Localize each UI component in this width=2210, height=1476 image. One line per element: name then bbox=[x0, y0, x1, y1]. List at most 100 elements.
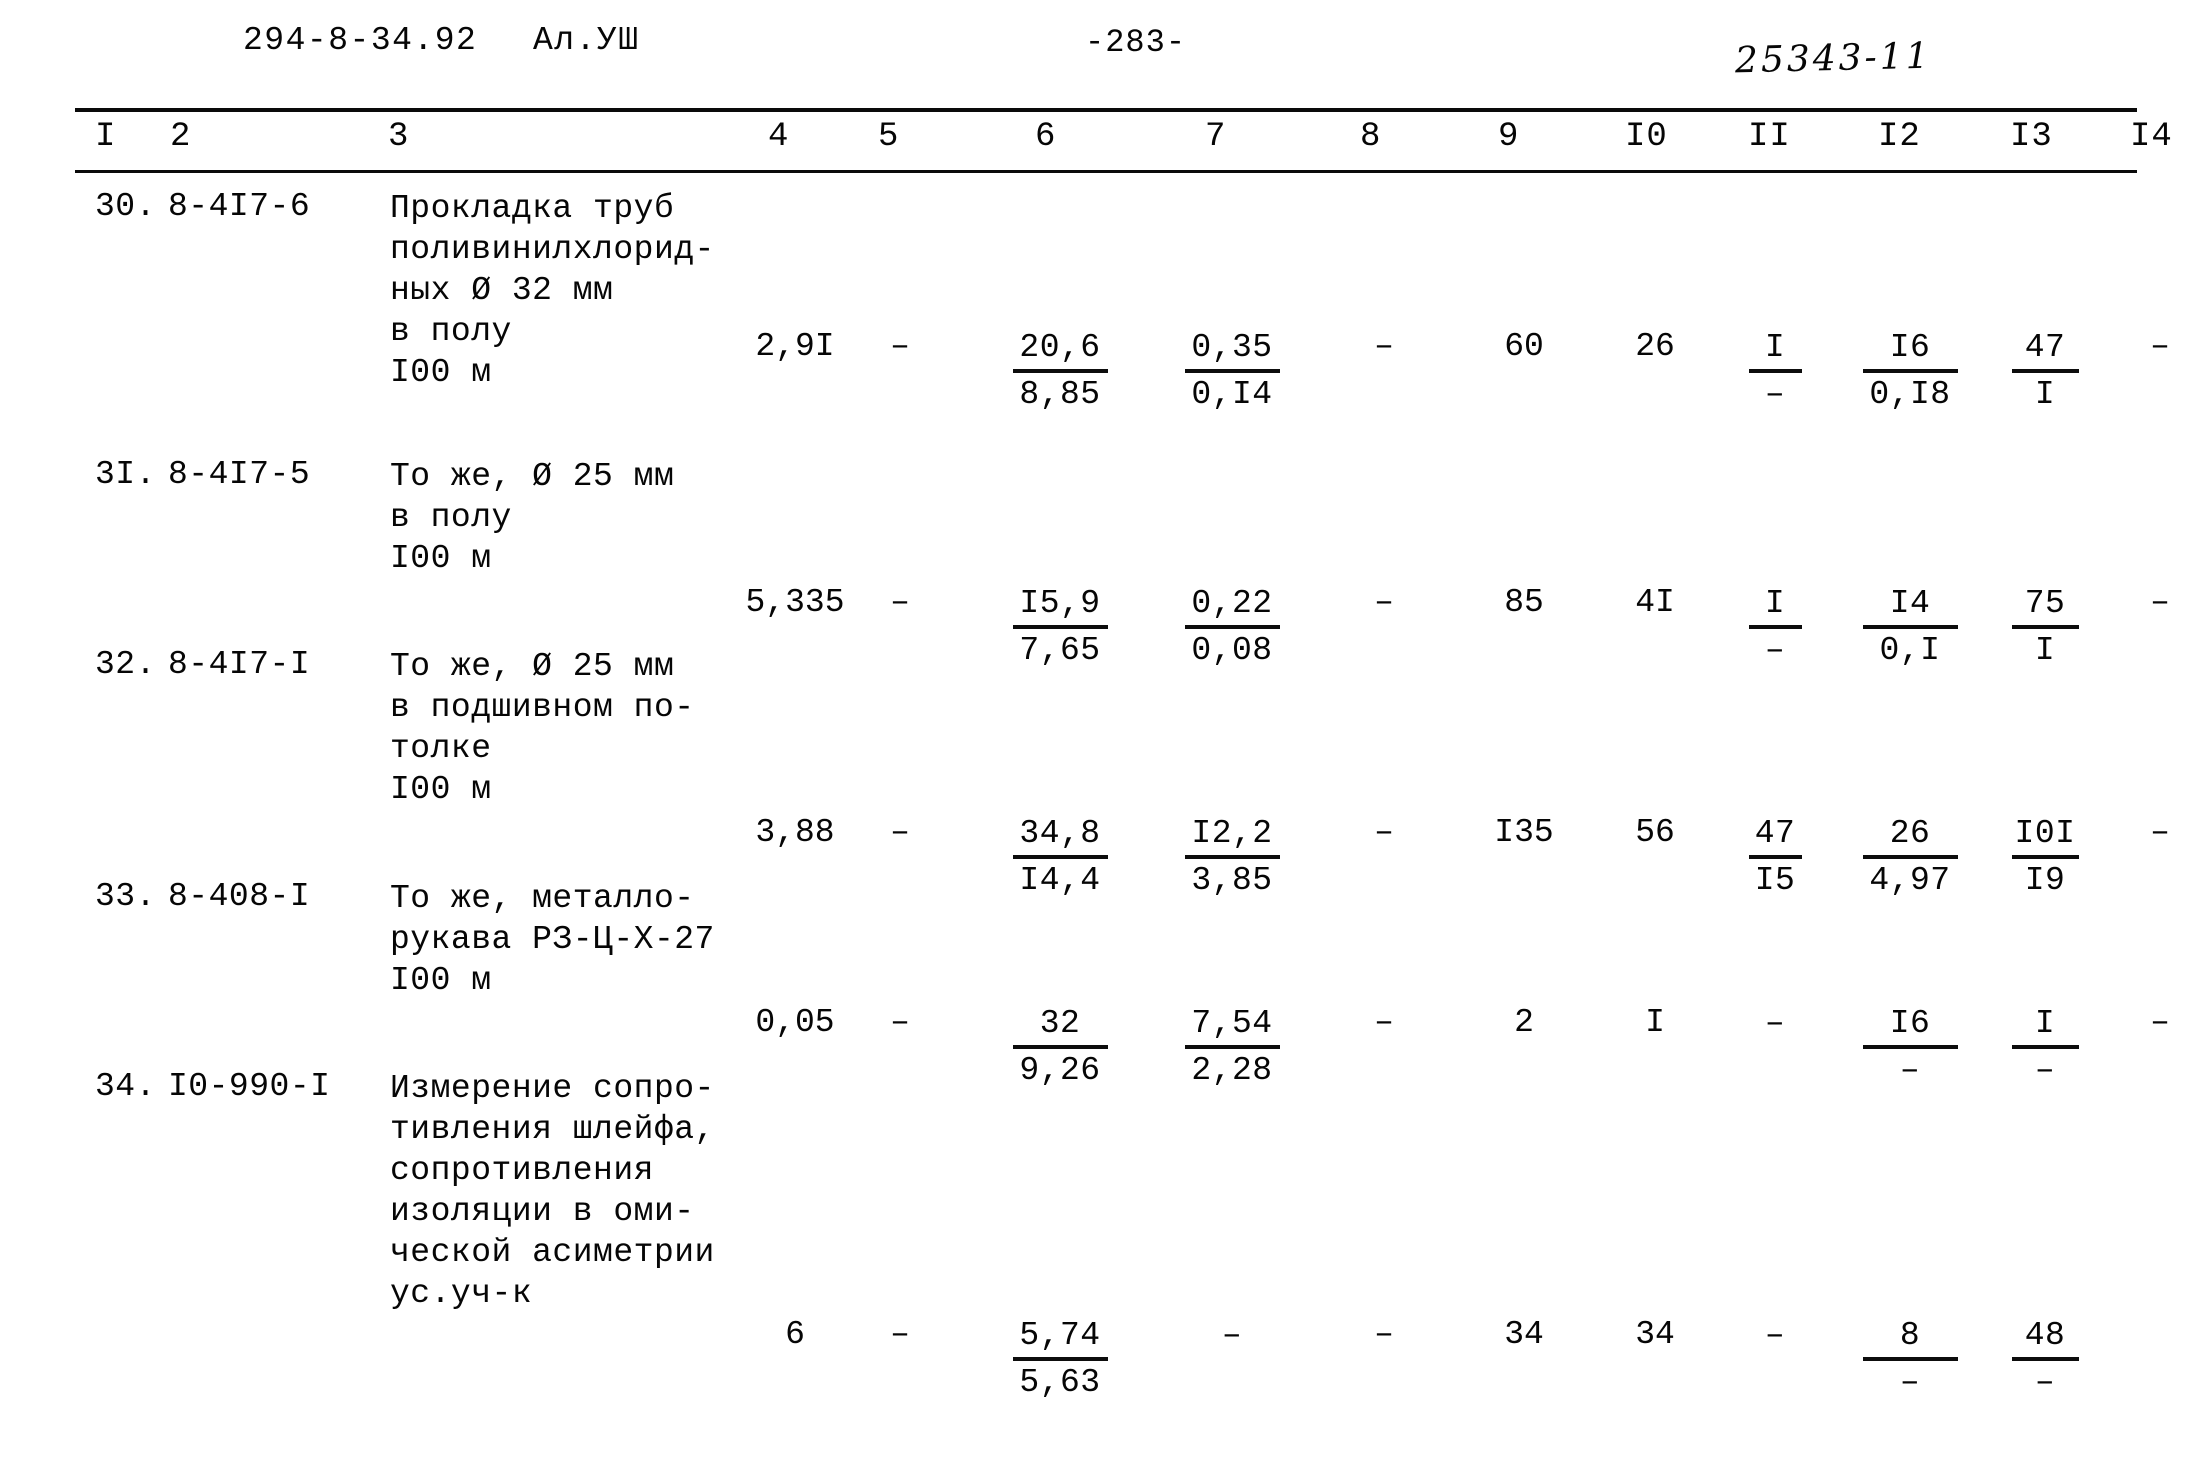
cell-col13-denominator: I bbox=[2034, 632, 2056, 669]
cell-col11-denominator: – bbox=[1764, 376, 1786, 413]
cell-col7-denominator: 2,28 bbox=[1191, 1052, 1273, 1089]
table-row: 32. 8-4I7-I То же, Ø 25 мм в подшивном по-… bbox=[0, 646, 2210, 899]
norm-code: 8-4I7-5 bbox=[168, 456, 311, 493]
column-header-4: 4 bbox=[768, 118, 790, 156]
cell-col7: 7,54 2,28 bbox=[1177, 1004, 1287, 1091]
cell-col10: 34 bbox=[1635, 1316, 1675, 1353]
cell-col9: 85 bbox=[1504, 584, 1544, 621]
norm-code: I0-990-I bbox=[168, 1068, 331, 1105]
work-description: Измерение сопро- тивления шлейфа, сопрот… bbox=[390, 1070, 715, 1312]
cell-col13-numerator: I0I bbox=[2014, 815, 2076, 852]
cell-col13-denominator: – bbox=[2034, 1052, 2056, 1089]
column-header-1: I bbox=[95, 118, 117, 156]
cell-col12: I6 0,I8 bbox=[1855, 328, 1965, 415]
cell-col12-fraction-bar bbox=[1862, 855, 1958, 859]
cell-col11-numerator: I bbox=[1764, 329, 1786, 366]
cell-col7: I2,2 3,85 bbox=[1177, 814, 1287, 901]
cell-col9: I35 bbox=[1494, 814, 1554, 851]
cell-col11-fraction-bar bbox=[1748, 369, 1802, 373]
cell-col6-fraction-bar bbox=[1012, 369, 1108, 373]
cell-col6-numerator: 34,8 bbox=[1019, 815, 1101, 852]
cell-col8: – bbox=[1374, 328, 1394, 365]
cell-col6-numerator: I5,9 bbox=[1019, 585, 1101, 622]
cell-col13-numerator: I bbox=[2034, 1005, 2056, 1042]
norm-code: 8-4I7-I bbox=[168, 646, 311, 683]
column-header-8: 8 bbox=[1360, 118, 1382, 156]
cell-col4-quantity: 2,9I bbox=[755, 328, 835, 365]
cell-col8: – bbox=[1374, 1004, 1394, 1041]
page-header: 294-8-34.92 Ал.УШ -283- 25343-11 bbox=[0, 18, 2210, 81]
table-row: 33. 8-408-I То же, металло- рукава РЗ-Ц-Х-… bbox=[0, 878, 2210, 1089]
cell-col7-fraction-bar bbox=[1184, 369, 1280, 373]
cell-col7-numerator: – bbox=[1221, 1317, 1243, 1354]
archive-stamp: 25343-11 bbox=[1734, 35, 1932, 82]
document-code: 294-8-34.92 bbox=[243, 22, 478, 59]
header-rule-bottom bbox=[75, 170, 2137, 173]
cell-col6-denominator: 9,26 bbox=[1019, 1052, 1101, 1089]
album-label: Ал.УШ bbox=[533, 22, 640, 59]
column-number-row: I 2 3 4 5 6 7 8 9 I0 II I2 I3 I4 bbox=[0, 118, 2210, 164]
table-row: 3I. 8-4I7-5 То же, Ø 25 мм в полу I00 м 5,3… bbox=[0, 456, 2210, 669]
cell-col11: I – bbox=[1744, 584, 1806, 671]
cell-col8: – bbox=[1374, 1316, 1394, 1353]
cell-col7-fraction-bar bbox=[1184, 855, 1280, 859]
cell-col12-denominator: 0,I8 bbox=[1869, 376, 1951, 413]
cell-col13: I – bbox=[2006, 1004, 2084, 1091]
cell-col12-numerator: 8 bbox=[1899, 1317, 1921, 1354]
cell-col5: – bbox=[890, 1004, 910, 1041]
cell-col12-fraction-bar bbox=[1862, 1357, 1958, 1361]
cell-col12-fraction-bar bbox=[1862, 625, 1958, 629]
cell-col7: 0,22 0,08 bbox=[1177, 584, 1287, 671]
cell-col12: I6 – bbox=[1855, 1004, 1965, 1091]
column-header-3: 3 bbox=[388, 118, 410, 156]
cell-col7-denominator: 0,I4 bbox=[1191, 376, 1273, 413]
cell-col13-numerator: 47 bbox=[2024, 329, 2066, 366]
cell-col5: – bbox=[890, 1316, 910, 1353]
cell-col6-numerator: 5,74 bbox=[1019, 1317, 1101, 1354]
cell-col8: – bbox=[1374, 584, 1394, 621]
cell-col7-numerator: 0,22 bbox=[1191, 585, 1273, 622]
cell-col6-denominator: I4,4 bbox=[1019, 862, 1101, 899]
work-description: То же, металло- рукава РЗ-Ц-Х-27 I00 м bbox=[390, 880, 715, 999]
cell-col6-denominator: 7,65 bbox=[1019, 632, 1101, 669]
cell-col13: I0I I9 bbox=[2006, 814, 2084, 901]
cell-col6: 5,74 5,63 bbox=[1005, 1316, 1115, 1403]
row-index: 32. bbox=[95, 646, 156, 683]
cell-col6-numerator: 20,6 bbox=[1019, 329, 1101, 366]
cell-col13-numerator: 48 bbox=[2024, 1317, 2066, 1354]
cell-col12-denominator: – bbox=[1899, 1364, 1921, 1401]
cell-col9: 2 bbox=[1514, 1004, 1534, 1041]
cell-col10: 4I bbox=[1635, 584, 1675, 621]
document-page: 294-8-34.92 Ал.УШ -283- 25343-11 I234567… bbox=[0, 0, 2210, 1476]
cell-col6: 34,8 I4,4 bbox=[1005, 814, 1115, 901]
cell-col6: I5,9 7,65 bbox=[1005, 584, 1115, 671]
cell-col12: I4 0,I bbox=[1855, 584, 1965, 671]
cell-col12-numerator: I4 bbox=[1889, 585, 1931, 622]
cell-col13-fraction-bar bbox=[2011, 369, 2079, 373]
page-number: -283- bbox=[1085, 24, 1187, 61]
work-description: То же, Ø 25 мм в полу I00 м bbox=[390, 458, 675, 577]
cell-col9: 60 bbox=[1504, 328, 1544, 365]
cell-col12-numerator: I6 bbox=[1889, 329, 1931, 366]
table-row: 30. 8-4I7-6 Прокладка труб поливинилхлорид… bbox=[0, 188, 2210, 413]
cell-col14: – bbox=[2150, 1004, 2170, 1041]
cell-col11: – bbox=[1744, 1004, 1806, 1044]
cell-col7: – bbox=[1177, 1316, 1287, 1356]
cell-col7-fraction-bar bbox=[1184, 625, 1280, 629]
column-header-6: 6 bbox=[1035, 118, 1057, 156]
cell-col12-denominator: 0,I bbox=[1879, 632, 1941, 669]
cell-col12: 26 4,97 bbox=[1855, 814, 1965, 901]
cell-col7-fraction-bar bbox=[1184, 1045, 1280, 1049]
cell-col13-fraction-bar bbox=[2011, 1357, 2079, 1361]
column-header-2: 2 bbox=[170, 118, 192, 156]
column-header-5: 5 bbox=[878, 118, 900, 156]
cell-col13: 75 I bbox=[2006, 584, 2084, 671]
cell-col11: 47 I5 bbox=[1744, 814, 1806, 901]
cell-col7-denominator: 0,08 bbox=[1191, 632, 1273, 669]
cell-col6-fraction-bar bbox=[1012, 1045, 1108, 1049]
row-index: 33. bbox=[95, 878, 156, 915]
cell-col11-numerator: – bbox=[1764, 1317, 1786, 1354]
row-index: 30. bbox=[95, 188, 156, 225]
cell-col13-fraction-bar bbox=[2011, 855, 2079, 859]
cell-col11: – bbox=[1744, 1316, 1806, 1356]
